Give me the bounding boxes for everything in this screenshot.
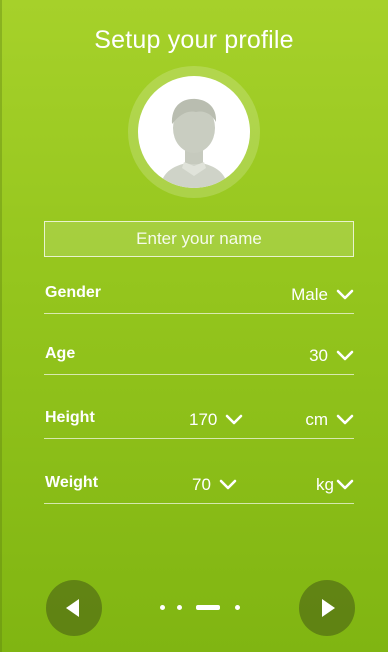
page-dot <box>160 605 165 610</box>
gender-label: Gender <box>45 284 102 301</box>
chevron-down-icon <box>219 479 237 491</box>
prev-button[interactable] <box>46 580 102 636</box>
avatar[interactable] <box>138 76 250 188</box>
name-input[interactable] <box>44 221 354 257</box>
chevron-right-play-icon <box>322 599 335 617</box>
user-silhouette-icon <box>160 98 228 188</box>
chevron-down-icon <box>225 414 243 426</box>
page-dot <box>177 605 182 610</box>
gender-value: Male <box>291 285 328 304</box>
height-value-select[interactable]: 170 <box>189 406 243 434</box>
weight-row: Weight 70 kg <box>44 471 354 504</box>
height-row: Height 170 cm <box>44 406 354 439</box>
age-row: Age 30 <box>44 342 354 375</box>
age-label: Age <box>45 345 76 362</box>
chevron-down-icon <box>336 479 354 491</box>
chevron-down-icon <box>336 289 354 301</box>
gender-select[interactable]: Male <box>291 281 354 309</box>
height-label: Height <box>45 409 95 426</box>
height-unit: cm <box>305 410 328 429</box>
weight-unit-select[interactable]: kg <box>316 471 354 499</box>
height-value: 170 <box>189 410 218 429</box>
chevron-down-icon <box>336 350 354 362</box>
page-dot-active <box>196 605 220 610</box>
next-button[interactable] <box>299 580 355 636</box>
chevron-left-play-icon <box>66 599 79 617</box>
height-unit-select[interactable]: cm <box>305 406 354 434</box>
page-dot <box>235 605 240 610</box>
age-select[interactable]: 30 <box>309 342 354 370</box>
age-value: 30 <box>309 346 328 365</box>
weight-label: Weight <box>45 474 99 491</box>
weight-value-select[interactable]: 70 <box>192 471 237 499</box>
weight-value: 70 <box>192 475 211 494</box>
gender-row: Gender Male <box>44 281 354 314</box>
page-title: Setup your profile <box>94 26 294 54</box>
screen-edge <box>0 0 2 652</box>
profile-setup-screen: Setup your profile Gender Male Age 30 <box>0 0 388 652</box>
chevron-down-icon <box>336 414 354 426</box>
page-indicator <box>155 602 245 614</box>
weight-unit: kg <box>316 475 334 494</box>
